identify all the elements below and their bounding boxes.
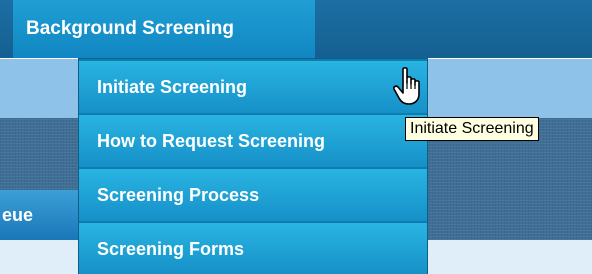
top-nav-bar: Background Screening [0,0,592,58]
nav-tab-label: eue [2,204,34,225]
menu-item-label: Screening Process [97,184,260,205]
nav-tab-label: Background Screening [26,18,234,39]
tooltip-text: Initiate Screening [410,120,534,137]
nav-tab-queue[interactable]: eue [0,190,78,240]
tooltip: Initiate Screening [405,117,539,141]
menu-item-label: How to Request Screening [97,130,326,151]
menu-item-screening-forms[interactable]: Screening Forms [79,223,427,274]
menu-item-screening-process[interactable]: Screening Process [79,169,427,221]
hand-pointer-cursor-icon [393,67,427,107]
nav-tab-background-screening[interactable]: Background Screening [13,0,315,58]
menu-item-how-to-request-screening[interactable]: How to Request Screening [79,115,427,167]
menu-item-initiate-screening[interactable]: Initiate Screening [79,61,427,113]
menu-item-label: Screening Forms [97,238,245,259]
screening-dropdown-menu: Initiate Screening How to Request Screen… [78,58,428,274]
menu-item-label: Initiate Screening [97,76,248,97]
